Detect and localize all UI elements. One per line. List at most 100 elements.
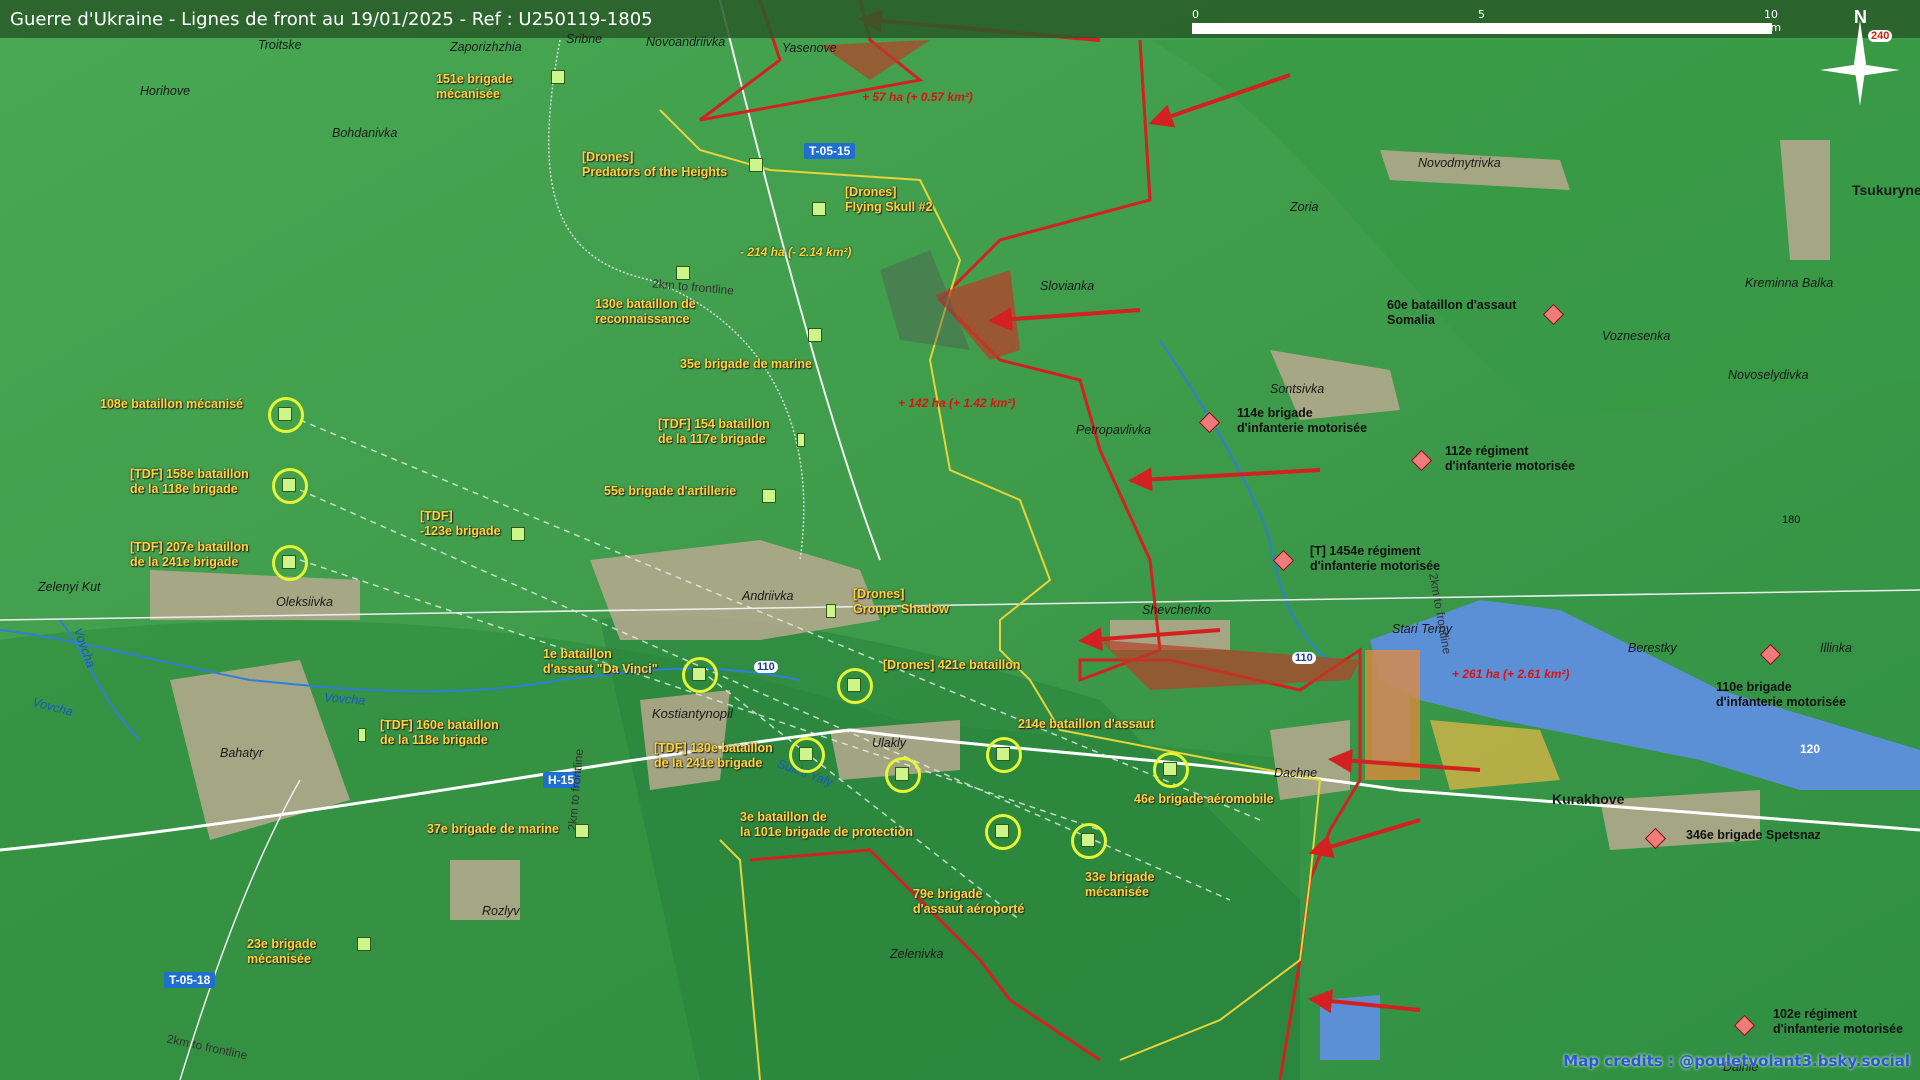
- town-slovianka: Slovianka: [1040, 279, 1095, 293]
- ua-unit-130-recon-label: 130e bataillon de reconnaissance: [595, 297, 696, 326]
- change-gain-261ha: + 261 ha (+ 2.61 km²): [1452, 667, 1570, 681]
- ua-unit-37-marine-icon[interactable]: [575, 824, 589, 838]
- town-dachne: Dachne: [1274, 766, 1318, 780]
- ua-unit-tdf123-label: [TDF] -123e brigade: [420, 509, 501, 538]
- town-petropavlivka: Petropavlivka: [1076, 423, 1152, 437]
- town-tsukuryne: Tsukuryne: [1852, 182, 1920, 198]
- town-kostiantynopil: Kostiantynopil: [652, 706, 733, 721]
- ua-unit-33-icon[interactable]: [1081, 833, 1095, 847]
- ua-unit-214-label: 214e bataillon d'assaut: [1018, 717, 1155, 731]
- ua-unit-35-marine-label: 35e brigade de marine: [680, 357, 813, 371]
- ru-unit-112-label: 112e régiment d'infanterie motorisée: [1445, 444, 1576, 473]
- ua-unit-tdf160-icon[interactable]: [358, 728, 366, 742]
- town-zelenyi-kut: Zelenyi Kut: [38, 580, 101, 594]
- ua-unit-skull-icon[interactable]: [812, 202, 826, 216]
- road-180-label: 180: [1782, 514, 1801, 526]
- ua-unit-art55-label: 55e brigade d'artillerie: [604, 484, 737, 498]
- ua-unit-33-label: 33e brigade mécanisée: [1085, 870, 1155, 899]
- ru-unit-346-label: 346e brigade Spetsnaz: [1686, 828, 1821, 842]
- ua-unit-tdf130-icon[interactable]: [799, 747, 813, 761]
- road-120-label: 120: [1800, 742, 1821, 756]
- ua-unit-tdf207-icon[interactable]: [282, 555, 296, 569]
- town-zaporizhzhia: Zaporizhzhia: [450, 40, 522, 54]
- ru-unit-114-label: 114e brigade d'infanterie motorisée: [1237, 406, 1368, 435]
- ua-unit-art55-icon[interactable]: [762, 489, 776, 503]
- ua-unit-predators-icon[interactable]: [749, 158, 763, 172]
- ua-unit-b3-label: 3e bataillon de la 101e brigade de prote…: [740, 810, 913, 839]
- ua-unit-79-icon[interactable]: [995, 824, 1009, 838]
- ua-unit-37-marine-label: 37e brigade de marine: [427, 822, 560, 836]
- road-t0515-badge: T-05-15: [804, 143, 856, 159]
- frontline-map[interactable]: Guerre d'Ukraine - Lignes de front au 19…: [0, 0, 1920, 1080]
- ru-unit-1454-label: [T] 1454e régiment d'infanterie motorisé…: [1310, 544, 1441, 573]
- town-illinka: Illinka: [1820, 641, 1852, 655]
- map-credits[interactable]: Map credits : @pouletvolant3.bsky.social: [1563, 1052, 1910, 1070]
- ua-unit-predators-label: [Drones] Predators of the Heights: [582, 150, 728, 179]
- ua-unit-108-icon[interactable]: [278, 407, 292, 421]
- ru-unit-102-label: 102e régiment d'infanterie motorisée: [1773, 1007, 1904, 1036]
- ua-unit-23-label: 23e brigade mécanisée: [247, 937, 317, 966]
- ua-unit-tdf160-label: [TDF] 160e bataillon de la 118e brigade: [380, 718, 499, 747]
- north-label: N: [1854, 7, 1867, 27]
- town-horihove: Horihove: [140, 84, 191, 98]
- ua-unit-tdf154-icon[interactable]: [797, 433, 805, 447]
- ua-unit-davinci-icon[interactable]: [692, 667, 706, 681]
- change-loss-214ha: - 214 ha (- 2.14 km²): [740, 245, 852, 259]
- ua-unit-davinci-label: 1e bataillon d'assaut "Da Vinci": [543, 647, 658, 676]
- town-shevchenko: Shevchenko: [1142, 603, 1211, 617]
- road-110-badge-b: 110: [1292, 652, 1316, 664]
- ua-unit-tdf207-label: [TDF] 207e bataillon de la 241e brigade: [130, 540, 249, 569]
- ua-unit-skull-label: [Drones] Flying Skull #2: [845, 185, 933, 214]
- town-andriivka: Andriivka: [742, 589, 794, 603]
- ua-unit-tdf158-icon[interactable]: [282, 478, 296, 492]
- town-zelenivka: Zelenivka: [890, 947, 944, 961]
- title-bar: Guerre d'Ukraine - Lignes de front au 19…: [0, 0, 1920, 38]
- ua-unit-35-marine-icon[interactable]: [808, 328, 822, 342]
- ua-unit-421-icon[interactable]: [847, 678, 861, 692]
- road-240-badge: 240: [1868, 30, 1893, 42]
- town-novodmytrivka: Novodmytrivka: [1418, 156, 1501, 170]
- ua-unit-79-label: 79e brigade d'assaut aéroporté: [913, 887, 1025, 916]
- town-voznesenka: Voznesenka: [1602, 329, 1671, 343]
- town-oleksiivka: Oleksiivka: [276, 595, 333, 609]
- map-terrain: [0, 0, 1920, 1080]
- town-novoandriivka: Novoandriivka: [646, 35, 726, 49]
- ua-unit-130-recon-icon[interactable]: [676, 266, 690, 280]
- town-novoselydivka: Novoselydivka: [1728, 368, 1809, 382]
- ua-unit-tdf154-label: [TDF] 154 bataillon de la 117e brigade: [658, 417, 770, 446]
- ua-unit-214-icon[interactable]: [996, 747, 1010, 761]
- ua-unit-151-icon[interactable]: [551, 70, 565, 84]
- town-ulakly: Ulakly: [872, 736, 907, 750]
- town-berestky: Berestky: [1628, 641, 1677, 655]
- town-bahatyr: Bahatyr: [220, 746, 264, 760]
- road-110-badge-a: 110: [754, 661, 778, 673]
- road-t0518-badge: T-05-18: [164, 972, 216, 988]
- ua-unit-b3-icon[interactable]: [895, 767, 909, 781]
- ua-unit-23-icon[interactable]: [357, 937, 371, 951]
- town-zoria: Zoria: [1290, 200, 1319, 214]
- town-kreminna-balka: Kreminna Balka: [1745, 276, 1834, 290]
- ua-unit-46-label: 46e brigade aéromobile: [1134, 792, 1274, 806]
- town-yasenove: Yasenove: [782, 41, 837, 55]
- town-sribne: Sribne: [566, 32, 603, 46]
- ru-unit-60-label: 60e bataillon d'assaut Somalia: [1387, 298, 1517, 327]
- scale-tick-10: 10 km: [1764, 8, 1782, 34]
- ua-unit-shadow-icon[interactable]: [826, 604, 836, 618]
- ua-unit-tdf130-label: [TDF] 130e bataillon de la 241e brigade: [654, 741, 773, 770]
- scale-tick-5: 5: [1478, 8, 1485, 21]
- town-rozlyv: Rozlyv: [482, 904, 520, 918]
- scale-tick-0: 0: [1192, 8, 1199, 21]
- ua-unit-108-label: 108e bataillon mécanisé: [100, 397, 244, 411]
- map-title: Guerre d'Ukraine - Lignes de front au 19…: [10, 9, 653, 30]
- ua-unit-46-icon[interactable]: [1163, 762, 1177, 776]
- ua-unit-tdf123-icon[interactable]: [511, 527, 525, 541]
- ua-unit-151-label: 151e brigade mécanisée: [436, 72, 513, 101]
- ua-unit-shadow-label: [Drones] Groupe Shadow: [853, 587, 949, 616]
- scale-bar-graphic: [1192, 23, 1772, 34]
- ua-unit-tdf158-label: [TDF] 158e bataillon de la 118e brigade: [130, 467, 249, 496]
- ru-unit-110-label: 110e brigade d'infanterie motorisée: [1716, 680, 1847, 709]
- change-gain-57ha: + 57 ha (+ 0.57 km²): [862, 90, 973, 104]
- town-kurakhove: Kurakhove: [1552, 791, 1625, 807]
- town-bohdanivka: Bohdanivka: [332, 126, 398, 140]
- compass-rose: N 240: [1810, 6, 1910, 116]
